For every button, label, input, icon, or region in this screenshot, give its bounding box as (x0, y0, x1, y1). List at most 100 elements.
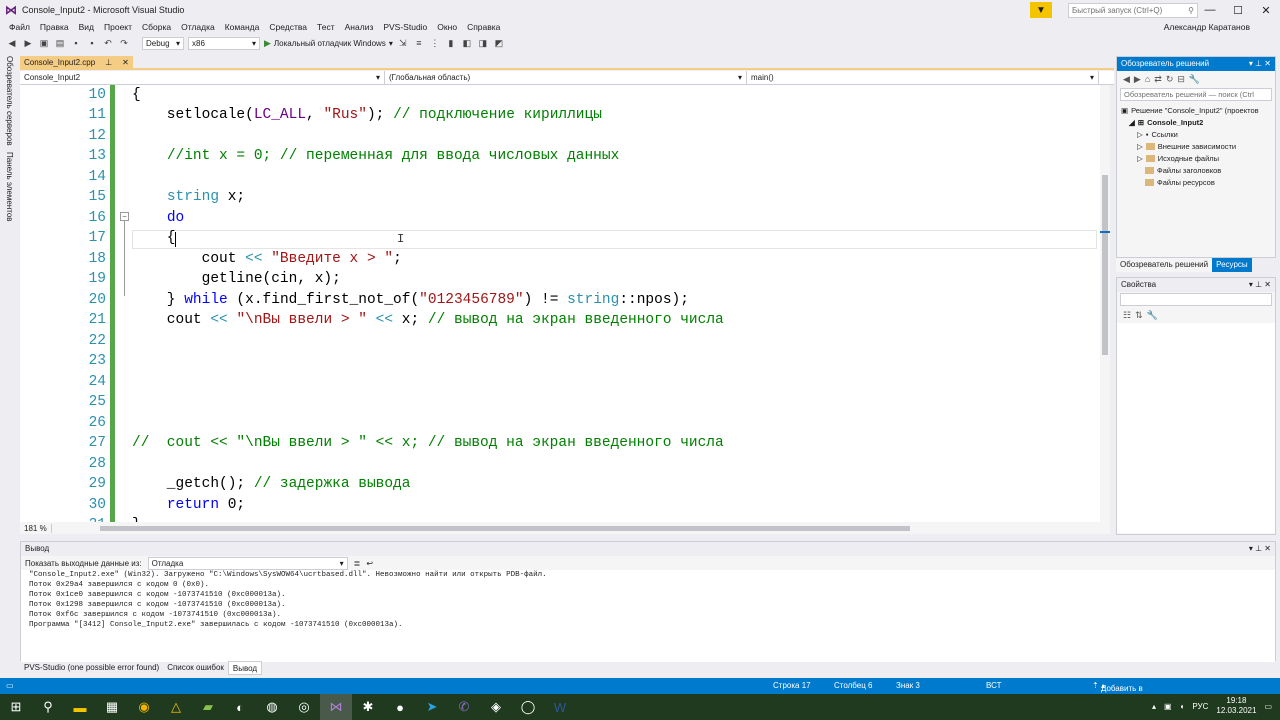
panel-controls-icon[interactable]: ▾ ⊥ ✕ (1249, 544, 1271, 554)
tab-resources[interactable]: Ресурсы (1212, 258, 1252, 272)
start-debugging-button[interactable]: ▶ Локальный отладчик Windows ▾ (264, 38, 393, 49)
maximize-button[interactable]: ☐ (1224, 0, 1252, 20)
menu-window[interactable]: Окно (432, 22, 462, 32)
forward-icon[interactable]: ▶ (1134, 74, 1141, 85)
tree-item-solution[interactable]: ▣ Решение "Console_Input2" (проектов (1121, 104, 1271, 116)
menu-file[interactable]: Файл (4, 22, 35, 32)
bookmark-clear-icon[interactable]: ◩ (493, 37, 505, 49)
tree-item-references[interactable]: ▷ ▪ Ссылки (1121, 128, 1271, 140)
calculator-icon[interactable]: ▦ (96, 694, 128, 720)
zoom-level[interactable]: 181 % (20, 523, 52, 533)
scope-dropdown[interactable]: (Глобальная область) ▾ (385, 71, 747, 84)
minimize-button[interactable]: — (1196, 0, 1224, 20)
close-button[interactable]: ✕ (1252, 0, 1280, 20)
back-icon[interactable]: ◀ (1123, 74, 1130, 85)
project-dropdown[interactable]: Console_Input2 ▾ (20, 71, 385, 84)
alphabetical-icon[interactable]: ⇅ (1135, 310, 1143, 321)
visual-studio-icon[interactable]: ⋈ (320, 694, 352, 720)
output-source-select[interactable]: Отладка ▾ (147, 556, 348, 570)
forward-icon[interactable]: ▶ (22, 37, 34, 49)
menu-test[interactable]: Тест (312, 22, 340, 32)
word-icon[interactable]: W (544, 694, 576, 720)
clear-all-icon[interactable]: ≣ (354, 559, 361, 568)
tab-error-list[interactable]: Список ошибок (163, 661, 228, 675)
menu-tools[interactable]: Средства (264, 22, 312, 32)
member-dropdown[interactable]: main() ▾ (747, 71, 1099, 84)
tree-item-source-files[interactable]: ▷ Исходные файлы (1121, 152, 1271, 164)
menu-build[interactable]: Сборка (137, 22, 176, 32)
sync-icon[interactable]: ⇄ (1154, 74, 1162, 85)
bookmark-prev-icon[interactable]: ◧ (461, 37, 473, 49)
tab-console-input2-cpp[interactable]: Console_Input2.cpp ⊥ ✕ (20, 56, 133, 70)
properties-icon[interactable]: 🔧 (1189, 74, 1200, 85)
file-explorer-icon[interactable]: ▬ (64, 694, 96, 720)
media-icon[interactable]: ● (384, 694, 416, 720)
menu-debug[interactable]: Отладка (176, 22, 220, 32)
tree-item-external-deps[interactable]: ▷ Внешние зависимости (1121, 140, 1271, 152)
tree-item-project[interactable]: ◢ ⊞ Console_Input2 (1121, 116, 1271, 128)
toolbox-tab[interactable]: Панель элементов (5, 152, 14, 222)
tab-output[interactable]: Вывод (227, 661, 263, 675)
viber-icon[interactable]: ✆ (448, 694, 480, 720)
panel-controls-icon[interactable]: ▾ ⊥ ✕ (1249, 59, 1271, 69)
network-tool-icon[interactable]: ✱ (352, 694, 384, 720)
comment-icon[interactable]: ⋮ (429, 37, 441, 49)
pin-icon[interactable]: ⊥ (105, 58, 112, 68)
menu-project[interactable]: Проект (99, 22, 137, 32)
editor-horizontal-scrollbar[interactable]: 181 % (20, 522, 1110, 534)
code-editor[interactable]: 10 11 12 13 14 15 16 17 18 19 20 21 22 2… (20, 85, 1110, 522)
paint-icon[interactable]: ◐ (224, 694, 256, 720)
editor-vertical-scrollbar[interactable] (1100, 85, 1110, 522)
steam-icon[interactable]: ◎ (288, 694, 320, 720)
browser-icon[interactable]: ◈ (480, 694, 512, 720)
collapse-all-icon[interactable]: ⊟ (1177, 74, 1185, 85)
format-icon[interactable]: ≡ (413, 37, 425, 49)
start-icon[interactable]: ⊞ (0, 694, 32, 720)
step-icon[interactable]: ⇲ (397, 37, 409, 49)
menu-analyze[interactable]: Анализ (340, 22, 379, 32)
save-icon[interactable]: ▪ (70, 37, 82, 49)
volume-icon[interactable]: ◖ (1180, 702, 1185, 711)
panel-controls-icon[interactable]: ▾ ⊥ ✕ (1249, 280, 1271, 290)
bookmark-next-icon[interactable]: ◨ (477, 37, 489, 49)
property-pages-icon[interactable]: 🔧 (1147, 310, 1158, 321)
tree-item-header-files[interactable]: Файлы заголовков (1121, 164, 1271, 176)
telegram-icon[interactable]: ➤ (416, 694, 448, 720)
menu-edit[interactable]: Правка (35, 22, 74, 32)
notepad-plus-icon[interactable]: ▰ (192, 694, 224, 720)
open-icon[interactable]: ▤ (54, 37, 66, 49)
discord-icon[interactable]: ◍ (256, 694, 288, 720)
platform-select[interactable]: x86 ▾ (188, 36, 260, 50)
chrome-icon[interactable]: ◉ (128, 694, 160, 720)
clock[interactable]: 19:18 12.03.2021 (1216, 696, 1256, 716)
menu-team[interactable]: Команда (220, 22, 265, 32)
quick-launch-input[interactable]: Быстрый запуск (Ctrl+Q) ⚲ (1068, 2, 1198, 18)
configuration-select[interactable]: Debug ▾ (142, 36, 184, 50)
menu-view[interactable]: Вид (74, 22, 99, 32)
word-wrap-icon[interactable]: ↩ (366, 559, 373, 568)
tab-solution-explorer[interactable]: Обозреватель решений (1116, 258, 1213, 272)
menu-pvs-studio[interactable]: PVS-Studio (378, 22, 432, 32)
tray-arrow-icon[interactable]: ▴ (1152, 702, 1156, 711)
home-icon[interactable]: ⌂ (1145, 74, 1150, 84)
hscroll-thumb[interactable] (100, 526, 910, 531)
new-project-icon[interactable]: ▣ (38, 37, 50, 49)
tree-item-resource-files[interactable]: Файлы ресурсов (1121, 176, 1271, 188)
user-name[interactable]: Александр Каратанов (1164, 22, 1250, 32)
network-icon[interactable]: ▣ (1164, 702, 1172, 711)
redo-icon[interactable]: ↷ (118, 37, 130, 49)
notifications-icon[interactable]: ▭ (1264, 702, 1272, 711)
save-all-icon[interactable]: ▪ (86, 37, 98, 49)
categorized-icon[interactable]: ☷ (1123, 310, 1131, 321)
collapse-icon[interactable]: − (120, 212, 129, 221)
solution-search-input[interactable]: Обозреватель решений — поиск (Ctrl (1120, 88, 1272, 101)
tab-pvs-studio[interactable]: PVS-Studio (one possible error found) (20, 661, 163, 675)
scroll-thumb[interactable] (1102, 175, 1108, 355)
keyboard-language[interactable]: РУС (1192, 702, 1208, 711)
close-tab-icon[interactable]: ✕ (122, 58, 129, 68)
undo-icon[interactable]: ↶ (102, 37, 114, 49)
server-explorer-tab[interactable]: Обозреватель серверов (5, 56, 14, 146)
github-icon[interactable]: ◯ (512, 694, 544, 720)
add-source-control-button[interactable]: ⇡ Добавить в систему управления версиями… (1092, 681, 1145, 720)
feedback-filter-icon[interactable]: ▼ (1030, 2, 1052, 18)
